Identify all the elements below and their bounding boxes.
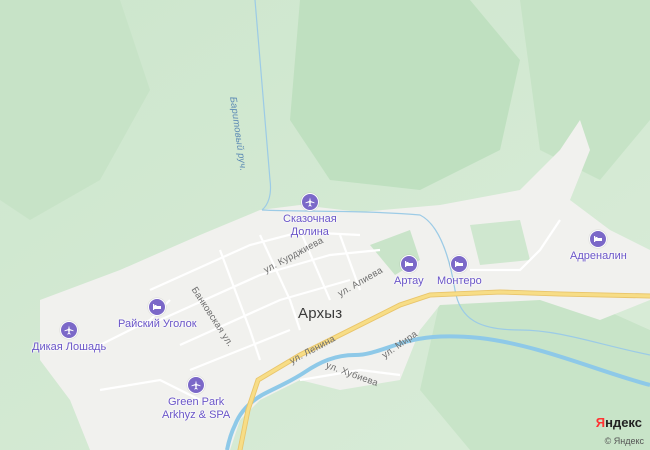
poi-label: Green Park Arkhyz & SPA (162, 396, 231, 421)
bed-icon (450, 255, 469, 273)
poi-label: Монтеро (437, 275, 482, 287)
logo-letter: Я (595, 415, 606, 430)
poi-artau[interactable]: Артау (394, 255, 424, 288)
poi-raysky-ugolok[interactable]: Райский Уголок (118, 298, 197, 331)
airplane-icon (60, 321, 79, 339)
logo-text: Яндекс (595, 415, 642, 430)
poi-skazochnaya-dolina[interactable]: Сказочная Долина (283, 193, 337, 239)
bed-icon (589, 230, 608, 248)
airplane-icon (300, 193, 319, 211)
poi-label: Артау (394, 275, 424, 287)
poi-label: Адреналин (570, 250, 627, 262)
poi-label: Райский Уголок (118, 318, 197, 330)
poi-label: Сказочная Долина (283, 213, 337, 238)
map-canvas[interactable]: Баритовый руч. Архыз ул. Курджиева ул. А… (0, 0, 650, 450)
poi-montero[interactable]: Монтеро (437, 255, 482, 288)
town-label: Архыз (298, 305, 343, 322)
bed-icon (399, 255, 418, 273)
bed-icon (148, 298, 167, 316)
yandex-logo[interactable]: Яндекс (596, 415, 642, 430)
airplane-icon (187, 376, 206, 394)
poi-green-park[interactable]: Green Park Arkhyz & SPA (162, 376, 230, 422)
poi-adrenalin[interactable]: Адреналин (570, 230, 627, 263)
poi-label: Дикая Лошадь (32, 341, 107, 353)
copyright-link[interactable]: © Яндекс (605, 436, 644, 446)
poi-dikaya-loshad[interactable]: Дикая Лошадь (32, 321, 106, 354)
